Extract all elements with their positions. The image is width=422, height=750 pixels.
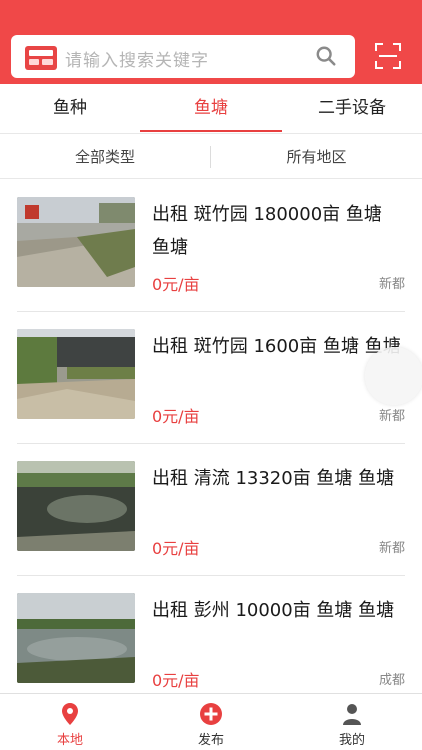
list-item[interactable]: 出租 清流 13320亩 鱼塘 鱼塘 0元/亩 新都 [0, 444, 422, 576]
region-filter[interactable]: 所有地区 [211, 135, 422, 179]
listing-price: 0元/亩 [152, 539, 200, 558]
type-filter[interactable]: 全部类型 [0, 135, 210, 179]
bottom-nav: 本地 发布 我的 [0, 693, 422, 750]
listing-price: 0元/亩 [152, 275, 200, 294]
listing-title: 出租 彭州 10000亩 鱼塘 鱼塘 [152, 600, 395, 621]
nav-local-label: 本地 [56, 733, 83, 748]
tab-fish-pond[interactable]: 鱼塘 [140, 84, 282, 134]
category-tabs: 鱼种 鱼塘 二手设备 [0, 84, 422, 134]
tab-fish-species[interactable]: 鱼种 [0, 84, 140, 134]
search-input[interactable]: 请输入搜索关键字 [65, 46, 209, 71]
scan-icon[interactable] [375, 43, 401, 69]
listing-price: 0元/亩 [152, 671, 200, 690]
nav-mine[interactable]: 我的 [282, 694, 422, 750]
listing-title: 出租 斑竹园 180000亩 鱼塘 鱼塘 [152, 204, 382, 258]
nav-publish-label: 发布 [197, 733, 224, 748]
app-logo-icon [25, 46, 57, 70]
floating-assistive-button[interactable] [365, 347, 422, 405]
active-tab-indicator [140, 130, 282, 132]
listing-location: 新都 [378, 277, 405, 292]
nav-mine-label: 我的 [338, 733, 365, 748]
list-item[interactable]: 出租 彭州 10000亩 鱼塘 鱼塘 0元/亩 成都 [0, 576, 422, 708]
list-item[interactable]: 出租 斑竹园 180000亩 鱼塘 鱼塘 0元/亩 新都 [0, 180, 422, 312]
listing-location: 新都 [378, 409, 405, 424]
listing-location: 成都 [378, 673, 405, 688]
listing-location: 新都 [378, 541, 405, 556]
search-icon[interactable] [315, 45, 337, 67]
listing-photo [17, 461, 135, 551]
listing-title: 出租 清流 13320亩 鱼塘 鱼塘 [152, 468, 395, 489]
plus-circle-icon [200, 703, 222, 725]
list-item[interactable]: 出租 斑竹园 1600亩 鱼塘 鱼塘 0元/亩 新都 [0, 312, 422, 444]
listing-photo [17, 593, 135, 683]
header-bar: 请输入搜索关键字 [0, 0, 422, 84]
user-icon [343, 704, 361, 725]
nav-local[interactable]: 本地 [0, 694, 140, 750]
nav-publish[interactable]: 发布 [141, 694, 281, 750]
listing-price: 0元/亩 [152, 407, 200, 426]
listing-photo [17, 197, 135, 287]
listing-title: 出租 斑竹园 1600亩 鱼塘 鱼塘 [152, 336, 401, 357]
search-box[interactable]: 请输入搜索关键字 [11, 35, 355, 78]
location-pin-icon [62, 703, 78, 725]
filter-bar: 全部类型 所有地区 [0, 135, 422, 179]
tab-used-equipment[interactable]: 二手设备 [282, 84, 422, 134]
listing-photo [17, 329, 135, 419]
